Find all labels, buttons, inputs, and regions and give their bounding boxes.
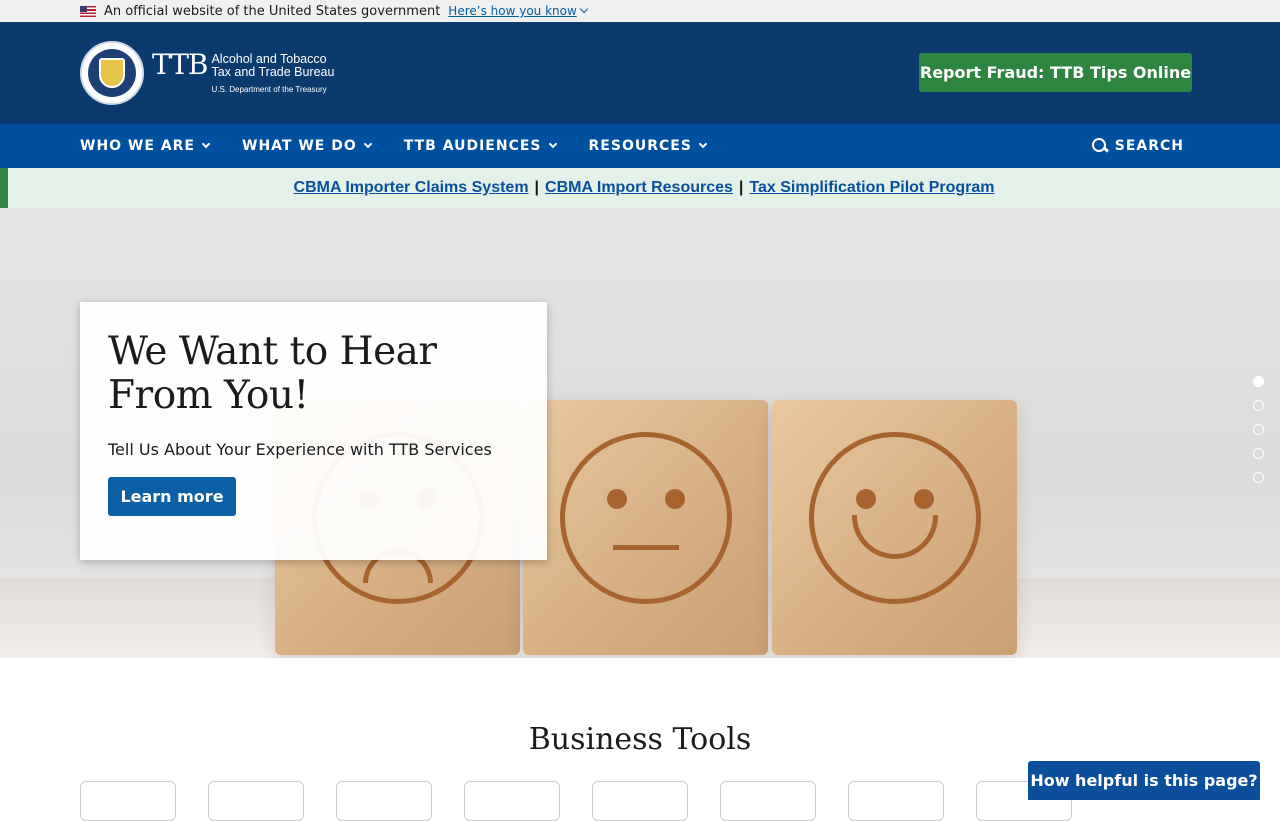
cbma-importer-claims-link[interactable]: CBMA Importer Claims System: [294, 179, 529, 197]
us-flag-icon: [80, 5, 96, 17]
tool-card[interactable]: [464, 781, 560, 821]
chevron-down-icon: [548, 139, 557, 149]
gov-banner-text: An official website of the United States…: [104, 3, 441, 19]
happy-face-block: [772, 400, 1017, 655]
tool-card[interactable]: [720, 781, 816, 821]
gov-banner: An official website of the United States…: [0, 0, 1280, 22]
feedback-button[interactable]: How helpful is this page?: [1028, 761, 1260, 800]
separator: |: [738, 179, 744, 196]
hero-carousel: We Want to Hear From You! Tell Us About …: [0, 208, 1280, 658]
tax-simplification-link[interactable]: Tax Simplification Pilot Program: [749, 179, 994, 197]
carousel-dot-5[interactable]: [1253, 472, 1264, 483]
nav-who-we-are[interactable]: WHO WE ARE: [80, 138, 211, 154]
carousel-dot-3[interactable]: [1253, 424, 1264, 435]
tool-card[interactable]: [80, 781, 176, 821]
neutral-face-block: [523, 400, 768, 655]
carousel-dot-2[interactable]: [1253, 400, 1264, 411]
nav-ttb-audiences[interactable]: TTB AUDIENCES: [403, 138, 557, 154]
nav-label: TTB AUDIENCES: [403, 138, 542, 154]
tool-card[interactable]: [848, 781, 944, 821]
tool-card[interactable]: [592, 781, 688, 821]
chevron-down-icon: [201, 139, 211, 149]
search-icon: [1091, 138, 1108, 154]
heres-how-you-know-label: Here’s how you know: [448, 4, 577, 18]
hero-subtitle: Tell Us About Your Experience with TTB S…: [108, 440, 492, 459]
tool-card[interactable]: [208, 781, 304, 821]
hero-card: We Want to Hear From You! Tell Us About …: [80, 302, 547, 560]
main-nav: WHO WE ARE WHAT WE DO TTB AUDIENCES RESO…: [0, 124, 1280, 168]
carousel-dot-1[interactable]: [1253, 376, 1264, 387]
nav-label: RESOURCES: [588, 138, 692, 154]
nav-what-we-do[interactable]: WHAT WE DO: [242, 138, 372, 154]
logo-abbr: TTB: [152, 47, 208, 81]
logo-line1: Alcohol and Tobacco: [211, 51, 327, 66]
ttb-logo[interactable]: TTB Alcohol and Tobacco Tax and Trade Bu…: [80, 41, 334, 105]
separator: |: [534, 179, 540, 196]
logo-line2: Tax and Trade Bureau: [211, 64, 335, 79]
nav-label: WHAT WE DO: [242, 138, 357, 154]
site-header: TTB Alcohol and Tobacco Tax and Trade Bu…: [0, 22, 1280, 124]
chevron-down-icon: [698, 139, 708, 149]
ttb-seal-icon: [80, 41, 144, 105]
search-button[interactable]: SEARCH: [1091, 124, 1184, 168]
nav-resources[interactable]: RESOURCES: [588, 138, 708, 154]
hero-title: We Want to Hear From You!: [108, 329, 437, 418]
heres-how-you-know-link[interactable]: Here’s how you know: [448, 4, 589, 18]
business-tools-cards: [80, 781, 1104, 821]
search-label: SEARCH: [1114, 138, 1184, 154]
logo-line3: U.S. Department of the Treasury: [211, 84, 327, 94]
carousel-dot-4[interactable]: [1253, 448, 1264, 459]
alert-bar: CBMA Importer Claims System | CBMA Impor…: [0, 168, 1280, 208]
carousel-dots: [1253, 376, 1264, 496]
tool-card[interactable]: [336, 781, 432, 821]
chevron-down-icon: [579, 4, 589, 14]
chevron-down-icon: [363, 139, 372, 149]
business-tools-title: Business Tools: [528, 722, 752, 757]
nav-label: WHO WE ARE: [80, 138, 195, 154]
cbma-import-resources-link[interactable]: CBMA Import Resources: [545, 179, 733, 197]
report-fraud-button[interactable]: Report Fraud: TTB Tips Online: [919, 53, 1192, 92]
learn-more-button[interactable]: Learn more: [108, 477, 236, 516]
